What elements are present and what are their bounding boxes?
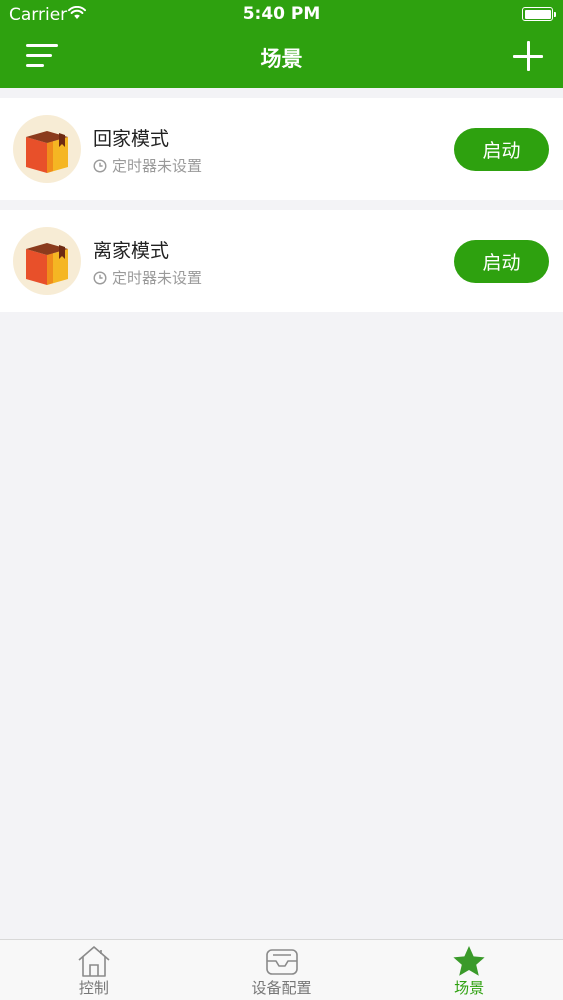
timer-text: 定时器未设置 xyxy=(112,157,203,175)
scene-row-home[interactable]: 回家模式 定时器未设置 启动 xyxy=(0,98,563,200)
timer-text: 定时器未设置 xyxy=(112,269,203,287)
tab-device-config[interactable]: 设备配置 xyxy=(188,940,376,1000)
menu-button[interactable] xyxy=(26,42,60,70)
tab-bar: 控制 设备配置 场景 xyxy=(0,939,563,1000)
clock: 5:40 PM xyxy=(242,4,321,24)
clock-icon xyxy=(93,270,107,285)
house-icon xyxy=(78,946,110,977)
tab-label: 控制 xyxy=(78,979,109,997)
status-bar: Carrier 5:40 PM xyxy=(0,0,563,30)
tab-label: 设备配置 xyxy=(251,979,312,997)
tab-scene[interactable]: 场景 xyxy=(375,940,563,1000)
battery-icon xyxy=(522,7,556,21)
book-icon xyxy=(13,227,81,295)
nav-bar: 场景 xyxy=(0,30,563,88)
scene-row-away[interactable]: 离家模式 定时器未设置 启动 xyxy=(0,210,563,312)
tab-control[interactable]: 控制 xyxy=(0,940,188,1000)
page-title: 场景 xyxy=(260,47,303,71)
tray-icon xyxy=(265,949,298,975)
scene-name: 回家模式 xyxy=(93,128,170,150)
clock-icon xyxy=(93,158,107,173)
timer-status: 定时器未设置 xyxy=(93,267,202,288)
start-button[interactable]: 启动 xyxy=(454,240,549,283)
scene-name: 离家模式 xyxy=(93,240,170,262)
menu-icon xyxy=(26,44,58,47)
add-scene-button[interactable] xyxy=(513,41,543,71)
header: Carrier 5:40 PM 场景 xyxy=(0,0,563,88)
scene-list: 回家模式 定时器未设置 启动 离家模式 定时器未设置 启动 xyxy=(0,98,563,322)
book-icon xyxy=(13,115,81,183)
star-icon xyxy=(453,946,485,976)
tab-label: 场景 xyxy=(454,979,485,997)
start-button[interactable]: 启动 xyxy=(454,128,549,171)
timer-status: 定时器未设置 xyxy=(93,155,202,176)
